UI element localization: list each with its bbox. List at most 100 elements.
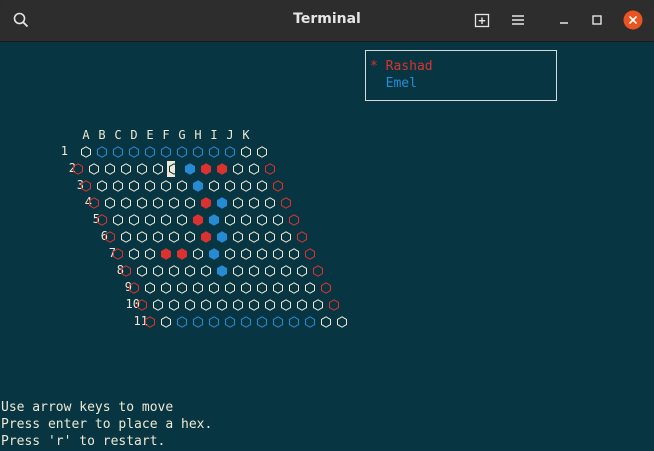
empty-cell[interactable] (201, 265, 211, 277)
border-hex-blue[interactable] (241, 316, 251, 328)
empty-cell[interactable] (153, 265, 163, 277)
empty-cell[interactable] (249, 163, 259, 175)
empty-cell[interactable] (169, 299, 179, 311)
new-tab-button[interactable] (468, 6, 496, 34)
border-hex-blue[interactable] (305, 316, 315, 328)
empty-cell[interactable] (177, 214, 187, 226)
empty-cell[interactable] (257, 180, 267, 192)
empty-cell[interactable] (137, 265, 147, 277)
empty-cell[interactable] (281, 231, 291, 243)
empty-cell[interactable] (185, 299, 195, 311)
empty-cell[interactable] (241, 146, 251, 158)
empty-cell[interactable] (129, 214, 139, 226)
border-hex-blue[interactable] (177, 316, 187, 328)
empty-cell[interactable] (313, 299, 323, 311)
empty-cell[interactable] (185, 265, 195, 277)
empty-cell[interactable] (81, 146, 91, 158)
minimize-button[interactable] (550, 6, 578, 34)
border-hex-blue[interactable] (289, 316, 299, 328)
empty-cell[interactable] (233, 265, 243, 277)
empty-cell[interactable] (233, 163, 243, 175)
close-button[interactable] (619, 6, 647, 34)
empty-cell[interactable] (281, 265, 291, 277)
empty-cell[interactable] (193, 248, 203, 260)
empty-cell[interactable] (193, 282, 203, 294)
border-hex-blue[interactable] (209, 316, 219, 328)
blue-stone[interactable] (217, 231, 227, 243)
empty-cell[interactable] (257, 282, 267, 294)
empty-cell[interactable] (161, 316, 171, 328)
blue-stone[interactable] (193, 180, 203, 192)
empty-cell[interactable] (273, 214, 283, 226)
empty-cell[interactable] (169, 197, 179, 209)
empty-cell[interactable] (321, 316, 331, 328)
empty-cell[interactable] (145, 282, 155, 294)
empty-cell[interactable] (121, 163, 131, 175)
red-stone[interactable] (193, 214, 203, 226)
hex-board[interactable] (0, 42, 654, 451)
empty-cell[interactable] (169, 231, 179, 243)
empty-cell[interactable] (241, 248, 251, 260)
empty-cell[interactable] (105, 197, 115, 209)
blue-stone[interactable] (209, 248, 219, 260)
empty-cell[interactable] (145, 180, 155, 192)
empty-cell[interactable] (233, 197, 243, 209)
empty-cell[interactable] (121, 231, 131, 243)
empty-cell[interactable] (257, 214, 267, 226)
empty-cell[interactable] (177, 282, 187, 294)
empty-cell[interactable] (129, 180, 139, 192)
empty-cell[interactable] (145, 248, 155, 260)
empty-cell[interactable] (137, 163, 147, 175)
empty-cell[interactable] (185, 197, 195, 209)
empty-cell[interactable] (137, 197, 147, 209)
empty-cell[interactable] (185, 231, 195, 243)
border-hex-blue[interactable] (177, 146, 187, 158)
blue-stone[interactable] (209, 214, 219, 226)
border-hex-blue[interactable] (145, 146, 155, 158)
terminal-content[interactable]: * Rashad Emel ABCDEFGHIJK 1 2 3 4 5 6 7 8 9 10 11 … (0, 42, 654, 451)
empty-cell[interactable] (177, 180, 187, 192)
red-stone[interactable] (161, 248, 171, 260)
border-hex-blue[interactable] (225, 316, 235, 328)
empty-cell[interactable] (289, 248, 299, 260)
border-hex-blue[interactable] (209, 146, 219, 158)
empty-cell[interactable] (153, 231, 163, 243)
empty-cell[interactable] (249, 231, 259, 243)
red-stone[interactable] (201, 231, 211, 243)
empty-cell[interactable] (209, 282, 219, 294)
empty-cell[interactable] (273, 282, 283, 294)
empty-cell[interactable] (201, 299, 211, 311)
empty-cell[interactable] (153, 197, 163, 209)
empty-cell[interactable] (297, 299, 307, 311)
empty-cell[interactable] (217, 299, 227, 311)
maximize-button[interactable] (583, 6, 611, 34)
red-stone[interactable] (201, 163, 211, 175)
empty-cell[interactable] (137, 231, 147, 243)
empty-cell[interactable] (241, 180, 251, 192)
empty-cell[interactable] (161, 282, 171, 294)
empty-cell[interactable] (209, 180, 219, 192)
empty-cell[interactable] (273, 248, 283, 260)
empty-cell[interactable] (225, 180, 235, 192)
empty-cell[interactable] (233, 231, 243, 243)
empty-cell[interactable] (113, 180, 123, 192)
empty-cell[interactable] (153, 163, 163, 175)
empty-cell[interactable] (97, 180, 107, 192)
border-hex-blue[interactable] (193, 146, 203, 158)
empty-cell[interactable] (249, 265, 259, 277)
border-hex-blue[interactable] (97, 146, 107, 158)
empty-cell[interactable] (249, 299, 259, 311)
empty-cell[interactable] (169, 265, 179, 277)
empty-cell[interactable] (113, 214, 123, 226)
empty-cell[interactable] (257, 248, 267, 260)
empty-cell[interactable] (233, 299, 243, 311)
empty-cell[interactable] (265, 231, 275, 243)
empty-cell[interactable] (161, 180, 171, 192)
empty-cell[interactable] (121, 197, 131, 209)
border-hex-blue[interactable] (273, 316, 283, 328)
empty-cell[interactable] (129, 248, 139, 260)
empty-cell[interactable] (281, 299, 291, 311)
empty-cell[interactable] (265, 197, 275, 209)
red-stone[interactable] (177, 248, 187, 260)
empty-cell[interactable] (161, 214, 171, 226)
